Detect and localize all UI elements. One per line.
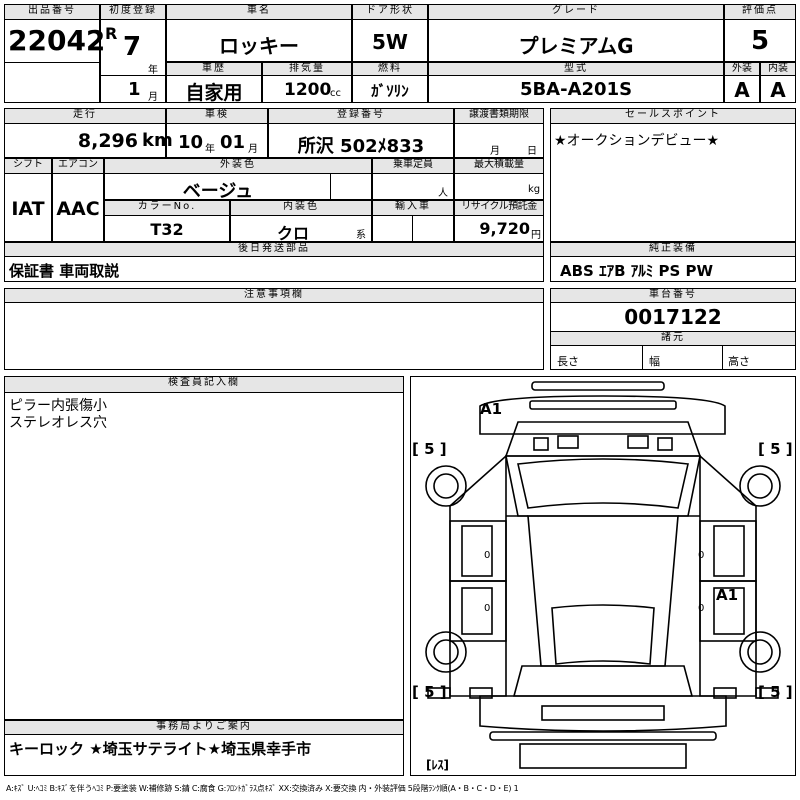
legend: A:ｷｽﾞ U:ﾍｺﾐ B:ｷｽﾞを伴うﾍｺﾐ P:要塗装 W:補修跡 S:錆 …: [6, 784, 519, 793]
model-code: 5BA-A201S: [519, 79, 633, 100]
int-color: クロ: [276, 224, 309, 243]
lot-label: 出品番号: [4, 4, 100, 20]
history: 自家用: [185, 82, 243, 104]
spare-tire: [ﾚｽ]: [426, 758, 449, 772]
shift: IAT: [11, 198, 45, 220]
month-unit: 月: [148, 92, 158, 103]
handle-mark-left-rear: 0: [484, 603, 491, 614]
insp-year: 10: [178, 132, 204, 153]
exterior-label: 外装: [724, 62, 760, 76]
ac: AAC: [56, 198, 100, 220]
insp-month-unit: 月: [248, 144, 258, 155]
chassis-number: 0017122: [624, 305, 722, 329]
height-label: 高さ: [728, 355, 750, 368]
history-label: 車歴: [166, 62, 262, 76]
ext-color-divider: [330, 174, 331, 200]
handle-mark-left-front: 0: [484, 550, 491, 561]
shift-label: シフト: [4, 158, 52, 174]
tire-front-right: [ 5 ]: [758, 440, 793, 458]
damage-mark-front: A1: [480, 400, 503, 418]
grade: プレミアムG: [518, 34, 634, 58]
transfer-label: 譲渡書類期限: [454, 108, 544, 124]
sales-point-label: セールスポイント: [550, 108, 796, 124]
transfer-day-unit: 日: [527, 146, 537, 157]
door-label: ドア形状: [352, 4, 428, 20]
lot-number: 22042: [8, 24, 106, 57]
specs-divider-2: [722, 346, 723, 370]
door-type: 5W: [372, 30, 408, 54]
transfer-month-unit: 月: [490, 146, 500, 157]
import-label: 輸入車: [372, 200, 454, 216]
fuel-label: 燃料: [352, 62, 428, 76]
plate: 所沢 502ﾒ833: [297, 136, 425, 157]
reg-year: 7: [123, 32, 142, 62]
color-no: T32: [150, 220, 184, 239]
fuel: ｶﾞｿﾘﾝ: [371, 82, 409, 100]
color-no-label: カラーNo.: [104, 200, 230, 216]
displacement: 1200: [284, 80, 332, 100]
office-label: 事務局よりご案内: [4, 720, 404, 735]
equipment-label: 純正装備: [550, 242, 796, 257]
sales-point-box: [550, 108, 796, 242]
chassis-label: 車台番号: [550, 288, 796, 303]
era-mark: R: [105, 24, 118, 43]
length-label: 長さ: [557, 355, 579, 368]
lot-divider: [4, 62, 100, 63]
recycle: 9,720: [479, 219, 530, 238]
car-name: ロッキー: [219, 34, 299, 58]
inspector-label: 検査員記入欄: [4, 376, 404, 393]
score: 5: [750, 26, 770, 56]
recycle-label: リサイクル預託金: [454, 200, 544, 216]
cc-unit: cc: [330, 88, 341, 99]
handle-mark-right-rear: 0: [698, 603, 705, 614]
first-reg-divider: [100, 75, 166, 76]
notes-label: 注意事項欄: [4, 288, 544, 303]
equipment: ABS ｴｱB ｱﾙﾐ PS PW: [560, 262, 714, 280]
interior-label: 内装: [760, 62, 796, 76]
sales-point: ★オークションデビュー★: [554, 133, 720, 149]
inspector-line-2: ステレオレス穴: [9, 415, 107, 431]
later-parts: 保証書 車両取説: [9, 262, 120, 280]
max-load-label: 最大積載量: [454, 158, 544, 174]
later-parts-label: 後日発送部品: [4, 242, 544, 257]
tire-rear-left: [ 5 ]: [412, 683, 447, 701]
specs-label: 諸元: [550, 331, 796, 346]
inspection-label: 車検: [166, 108, 268, 124]
score-label: 評価点: [724, 4, 796, 20]
int-color-unit: 系: [356, 230, 366, 241]
width-label: 幅: [649, 355, 660, 368]
insp-year-unit: 年: [205, 144, 215, 155]
insp-month: 01: [220, 132, 246, 153]
max-load-unit: kg: [528, 184, 541, 195]
exterior-grade: A: [734, 78, 750, 102]
reg-month: 1: [128, 79, 141, 100]
mileage-label: 走行: [4, 108, 166, 124]
first-reg-label: 初度登録: [100, 4, 166, 20]
interior-grade: A: [770, 78, 786, 102]
int-color-label: 内装色: [230, 200, 372, 216]
ac-label: エアコン: [52, 158, 104, 174]
car-diagram: [425, 381, 781, 769]
tire-rear-right: [ 5 ]: [758, 683, 793, 701]
year-unit: 年: [148, 65, 158, 76]
mileage: 8,296: [77, 130, 138, 152]
capacity-label: 乗車定員: [372, 158, 454, 174]
damage-mark-right: A1: [716, 586, 739, 604]
recycle-unit: 円: [531, 230, 541, 241]
grade-label: グレード: [428, 4, 724, 20]
office-value: キーロック ★埼玉サテライト★埼玉県幸手市: [9, 740, 312, 758]
displacement-label: 排気量: [262, 62, 352, 76]
import-divider: [412, 216, 413, 242]
car-name-label: 車名: [166, 4, 352, 20]
plate-label: 登録番号: [268, 108, 454, 124]
model-label: 型式: [428, 62, 724, 76]
specs-divider-1: [642, 346, 643, 370]
ext-color-label: 外装色: [104, 158, 372, 174]
capacity-unit: 人: [438, 188, 448, 199]
handle-mark-right-front: 0: [698, 550, 705, 561]
tire-front-left: [ 5 ]: [412, 440, 447, 458]
